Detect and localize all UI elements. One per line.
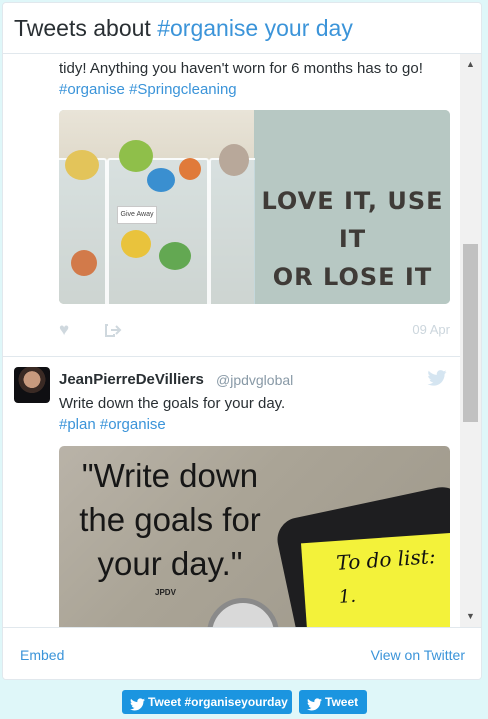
tweet-divider bbox=[3, 356, 460, 357]
bin bbox=[209, 158, 261, 304]
toy bbox=[159, 242, 191, 270]
tweet-1-actions: ♥ 09 Apr bbox=[59, 320, 450, 340]
share-icon[interactable] bbox=[105, 320, 123, 340]
tweet-list: tidy! Anything you haven't worn for 6 mo… bbox=[3, 54, 460, 627]
tweet-button-label: Tweet bbox=[325, 695, 359, 709]
scrollbar[interactable]: ▲ ▼ bbox=[460, 54, 481, 627]
todo-note: To do list: 1. bbox=[300, 532, 450, 627]
toy bbox=[121, 230, 151, 258]
widget-title: Tweets about #organise your day bbox=[14, 15, 353, 42]
storage-bins-photo: Give Away bbox=[59, 110, 261, 304]
tweet-1-date[interactable]: 09 Apr bbox=[412, 322, 450, 337]
author-name[interactable]: JeanPierreDeVilliers bbox=[59, 371, 204, 388]
quote-text: LOVE IT, USE IT OR LOSE IT bbox=[255, 182, 450, 296]
title-hashtag-link[interactable]: #organise your day bbox=[157, 15, 353, 41]
widget-header: Tweets about #organise your day bbox=[3, 3, 481, 54]
title-prefix: Tweets about bbox=[14, 15, 158, 41]
hashtag-link[interactable]: #organise bbox=[59, 81, 125, 98]
toy bbox=[65, 150, 99, 180]
todo-title: To do list: bbox=[335, 544, 437, 575]
tweet-hashtag-button-label: Tweet #organiseyourday bbox=[148, 695, 288, 709]
hashtag-link[interactable]: #organise bbox=[100, 416, 166, 433]
author-handle[interactable]: @jpdvglobal bbox=[216, 372, 293, 388]
tweet-1-body: tidy! Anything you haven't worn for 6 mo… bbox=[59, 58, 454, 100]
avatar[interactable] bbox=[14, 367, 50, 403]
toy bbox=[219, 144, 249, 176]
tweet-hashtag-button[interactable]: Tweet #organiseyourday bbox=[122, 690, 292, 714]
toy bbox=[147, 168, 175, 192]
twitter-bird-icon bbox=[307, 695, 322, 711]
quote-line: OR LOSE IT bbox=[272, 263, 433, 291]
quote-panel: LOVE IT, USE IT OR LOSE IT bbox=[255, 110, 450, 304]
twitter-bird-icon[interactable] bbox=[427, 370, 447, 386]
watch-graphic bbox=[207, 598, 279, 627]
widget-footer: Embed View on Twitter bbox=[3, 627, 481, 679]
tweet-1-text: tidy! Anything you haven't worn for 6 mo… bbox=[59, 60, 423, 77]
scroll-up-arrow-icon[interactable]: ▲ bbox=[460, 56, 481, 73]
embed-link[interactable]: Embed bbox=[20, 647, 64, 663]
hashtag-link[interactable]: #plan bbox=[59, 416, 96, 433]
hashtag-link[interactable]: #Springcleaning bbox=[129, 81, 237, 98]
bin-label: Give Away bbox=[117, 206, 157, 224]
view-on-twitter-link[interactable]: View on Twitter bbox=[371, 647, 465, 663]
tweet-2-media[interactable]: "Write down the goals for your day." JPD… bbox=[59, 446, 450, 627]
heart-icon[interactable]: ♥ bbox=[59, 320, 69, 340]
twitter-bird-icon bbox=[130, 695, 145, 711]
quote-line: your day." bbox=[97, 545, 243, 582]
scroll-down-arrow-icon[interactable]: ▼ bbox=[460, 608, 481, 625]
tweet-1-media[interactable]: Give Away LOVE IT, USE IT OR LOSE IT bbox=[59, 110, 450, 304]
tweet-button[interactable]: Tweet bbox=[299, 690, 367, 714]
tweet-2-tags: #plan #organise bbox=[59, 414, 166, 435]
scroll-thumb[interactable] bbox=[463, 244, 478, 422]
toy bbox=[71, 250, 97, 276]
quote-line: LOVE IT, USE IT bbox=[261, 187, 444, 253]
tweet-2-text: Write down the goals for your day. bbox=[59, 395, 286, 412]
toy bbox=[179, 158, 201, 180]
quote-line: "Write down bbox=[81, 457, 259, 494]
tweet-1-tags: #organise #Springcleaning bbox=[59, 79, 454, 100]
todo-item: 1. bbox=[338, 585, 357, 608]
quote-line: the goals for bbox=[79, 501, 261, 538]
timeline-widget: Tweets about #organise your day tidy! An… bbox=[2, 2, 482, 680]
image-credit: JPDV bbox=[155, 588, 176, 597]
goals-quote: "Write down the goals for your day." bbox=[59, 454, 281, 586]
toy bbox=[119, 140, 153, 172]
